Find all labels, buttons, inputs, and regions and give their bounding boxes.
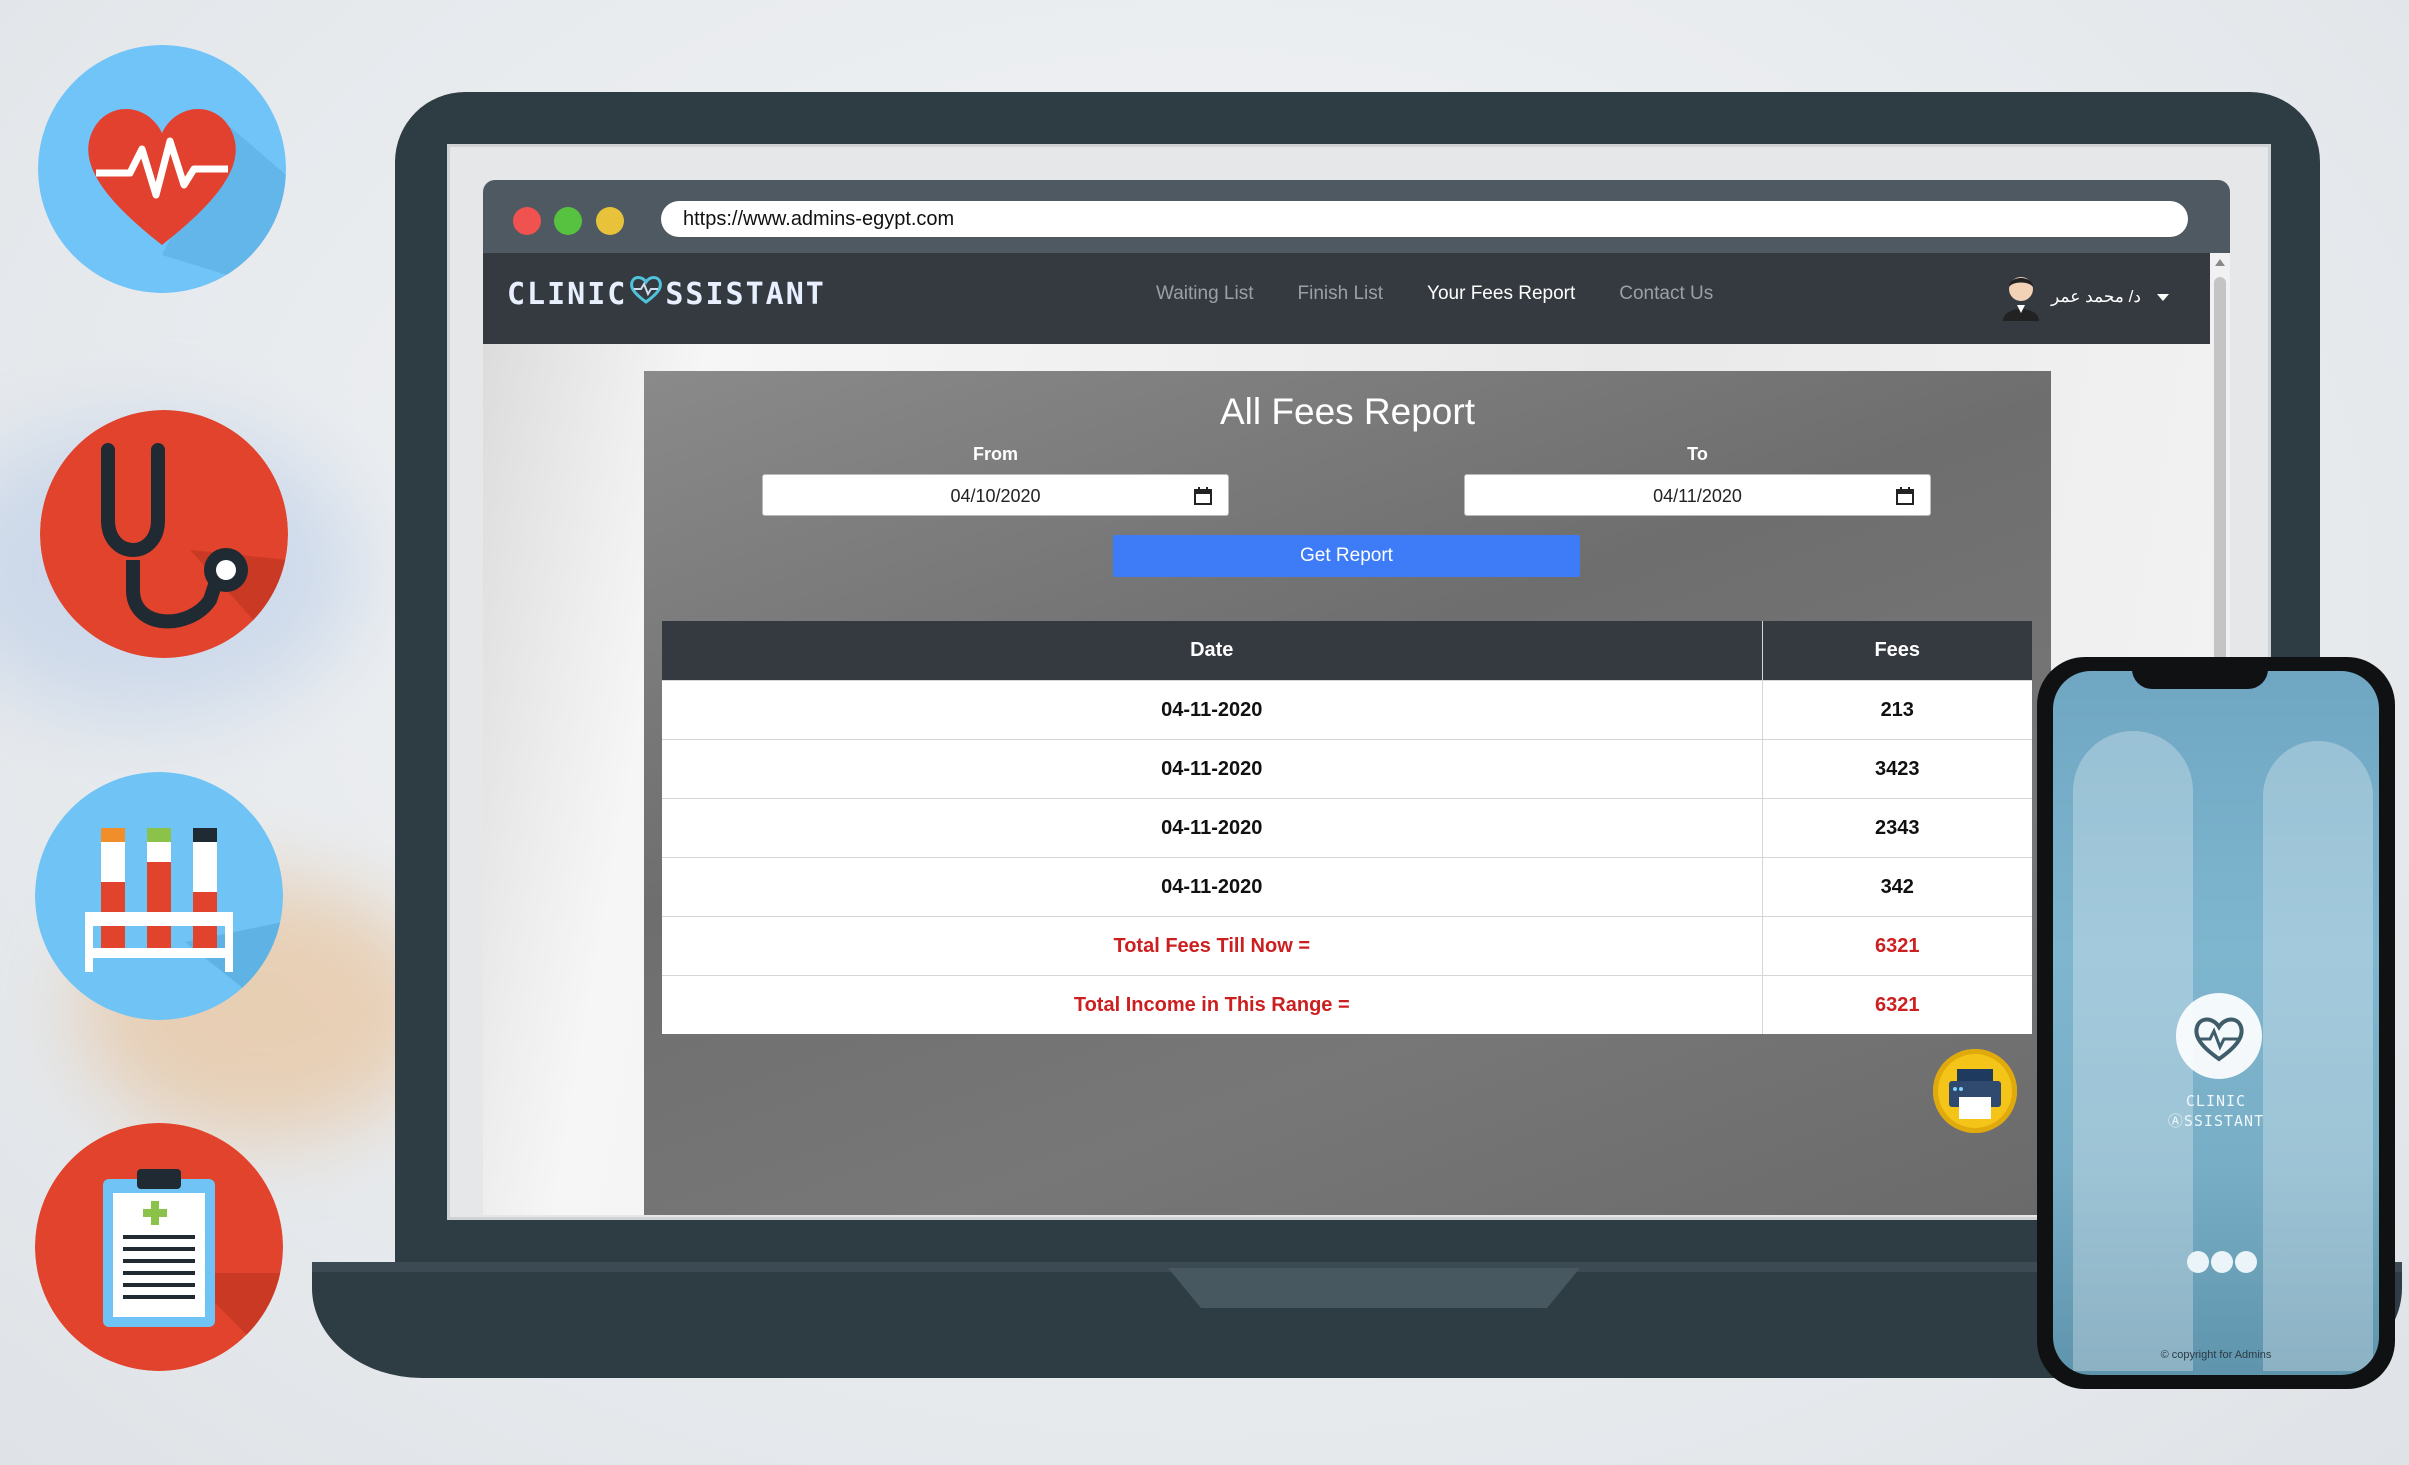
feature-clipboard [35,1123,283,1371]
page-title: All Fees Report [1220,391,1475,432]
from-date-value: 04/10/2020 [950,486,1041,506]
phone-screen: CLINIC ⒶSSISTANT © copyright for Admins [2053,671,2379,1375]
get-report-button[interactable]: Get Report [1113,535,1580,577]
user-name: د/ محمد عمر [2051,287,2141,306]
row-date: 04-11-2020 [662,857,1762,917]
phone-app-logo [2176,993,2262,1079]
table-row: 04-11-2020 342 [662,857,2032,917]
printer-icon [1949,1069,2001,1119]
total-income-value: 6321 [1761,975,2032,1034]
print-button[interactable] [1933,1049,2017,1133]
report-panel: All Fees Report From To 04/10/2020 04/11… [644,371,2051,1215]
row-date: 04-11-2020 [662,680,1762,740]
window-minimize-button[interactable] [554,207,582,235]
test-tubes-icon [35,772,283,1020]
clipboard-icon [35,1123,283,1371]
browser-chrome: https://www.admins-egypt.com [483,180,2230,253]
to-date-value: 04/11/2020 [1653,486,1742,506]
table-header-row: Date Fees [662,621,2032,681]
heart-logo-icon [2194,1017,2244,1062]
brand-right: SSISTANT [665,277,826,312]
phone-device: CLINIC ⒶSSISTANT © copyright for Admins [2037,657,2395,1389]
from-label: From [973,444,1018,464]
feature-test-tubes [35,772,283,1020]
phone-brand-line1: CLINIC [2185,1092,2247,1110]
window-close-button[interactable] [513,207,541,235]
total-income-row: Total Income in This Range = 6321 [662,975,2032,1034]
window-maximize-button[interactable] [596,207,624,235]
nav-waiting-list[interactable]: Waiting List [1156,283,1254,305]
from-date-input[interactable]: 04/10/2020 [762,474,1229,516]
stethoscope-icon [40,410,288,658]
user-menu[interactable]: د/ محمد عمر [2001,273,2169,321]
row-fees: 342 [1761,857,2032,917]
total-income-label: Total Income in This Range = [662,975,1762,1034]
browser-viewport: CLINIC SSISTANT Waiting List Finish List … [483,253,2210,1215]
scroll-up-arrow-icon[interactable] [2215,259,2225,266]
doctor-figure [2263,741,2373,1371]
user-avatar-icon [2003,277,2039,321]
address-bar[interactable]: https://www.admins-egypt.com [661,201,2188,237]
phone-brand: CLINIC ⒶSSISTANT [2053,1091,2379,1131]
row-date: 04-11-2020 [662,739,1762,799]
calendar-icon[interactable] [1896,487,1914,505]
row-fees: 213 [1761,680,2032,740]
brand-left: CLINIC [507,277,628,312]
phone-notch [2132,657,2268,689]
phone-brand-line2: ⒶSSISTANT [2167,1112,2265,1130]
total-fees-value: 6321 [1761,916,2032,976]
table-row: 04-11-2020 3423 [662,739,2032,799]
total-fees-label: Total Fees Till Now = [662,916,1762,976]
laptop-notch [1168,1268,1580,1308]
table-row: 04-11-2020 213 [662,680,2032,740]
column-header-fees: Fees [1761,621,2032,681]
nav-links: Waiting List Finish List Your Fees Repor… [1156,283,1713,305]
brand-logo[interactable]: CLINIC SSISTANT [507,274,826,312]
total-fees-row: Total Fees Till Now = 6321 [662,916,2032,976]
column-header-date: Date [662,621,1762,681]
heart-logo-icon [629,274,663,312]
feature-heart [38,45,286,293]
loading-indicator [2187,1251,2259,1278]
row-date: 04-11-2020 [662,798,1762,858]
calendar-icon[interactable] [1194,487,1212,505]
fees-table: Date Fees 04-11-2020 213 04-11-2020 3423… [662,621,2032,1034]
feature-stethoscope [40,410,288,658]
row-fees: 2343 [1761,798,2032,858]
to-date-input[interactable]: 04/11/2020 [1464,474,1931,516]
nav-contact-us[interactable]: Contact Us [1619,283,1713,305]
to-label: To [1687,444,1708,464]
navbar: CLINIC SSISTANT Waiting List Finish List … [483,253,2210,344]
phone-copyright: © copyright for Admins [2160,1349,2272,1361]
doctor-figure [2073,731,2193,1371]
heart-pulse-icon [38,45,286,293]
nav-fees-report[interactable]: Your Fees Report [1427,283,1575,305]
table-row: 04-11-2020 2343 [662,798,2032,858]
row-fees: 3423 [1761,739,2032,799]
nav-finish-list[interactable]: Finish List [1298,283,1384,305]
chevron-down-icon [2156,293,2169,301]
